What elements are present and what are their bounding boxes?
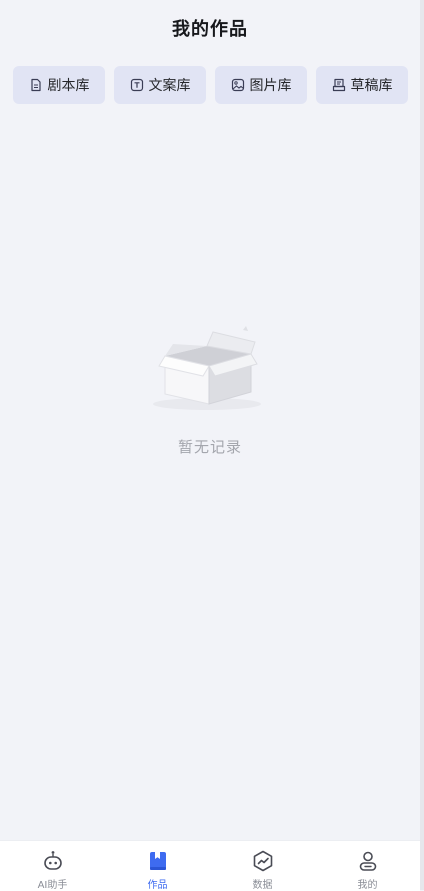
draft-icon [332,78,346,92]
library-buttons: 剧本库 文案库 图片库 草稿库 [13,66,408,104]
page-header: 我的作品 [0,0,420,56]
my-works-page: 我的作品 剧本库 文案库 图片库 草稿库 暂无记录 AI助手 作品 数据 我的 [0,0,420,891]
script-library-button[interactable]: 剧本库 [13,66,105,104]
page-title: 我的作品 [172,19,248,40]
tab-mine-label: 我的 [357,880,378,891]
image-icon [231,78,245,92]
image-library-button[interactable]: 图片库 [215,66,307,104]
book-icon [146,849,170,872]
copy-library-button[interactable]: 文案库 [114,66,206,104]
empty-state-text: 暂无记录 [177,438,242,456]
draft-library-label: 草稿库 [350,78,393,94]
tab-works[interactable]: 作品 [105,841,210,891]
tab-ai-assistant[interactable]: AI助手 [0,841,105,891]
image-library-label: 图片库 [249,78,292,94]
tab-mine[interactable]: 我的 [315,841,420,891]
chart-icon [251,849,275,872]
script-library-label: 剧本库 [47,78,90,94]
robot-icon [41,849,65,872]
tab-works-label: 作品 [147,880,168,891]
draft-library-button[interactable]: 草稿库 [316,66,408,104]
empty-state: 暂无记录 [0,318,420,457]
copy-library-label: 文案库 [148,78,191,94]
tab-data-label: 数据 [252,880,273,891]
user-icon [356,849,380,872]
bottom-tab-bar: AI助手 作品 数据 我的 [0,840,420,891]
document-icon [29,78,43,92]
text-box-icon [130,78,144,92]
empty-box-illustration [145,318,275,418]
tab-data[interactable]: 数据 [210,841,315,891]
scrollbar-track [420,0,424,890]
tab-ai-assistant-label: AI助手 [37,880,68,891]
